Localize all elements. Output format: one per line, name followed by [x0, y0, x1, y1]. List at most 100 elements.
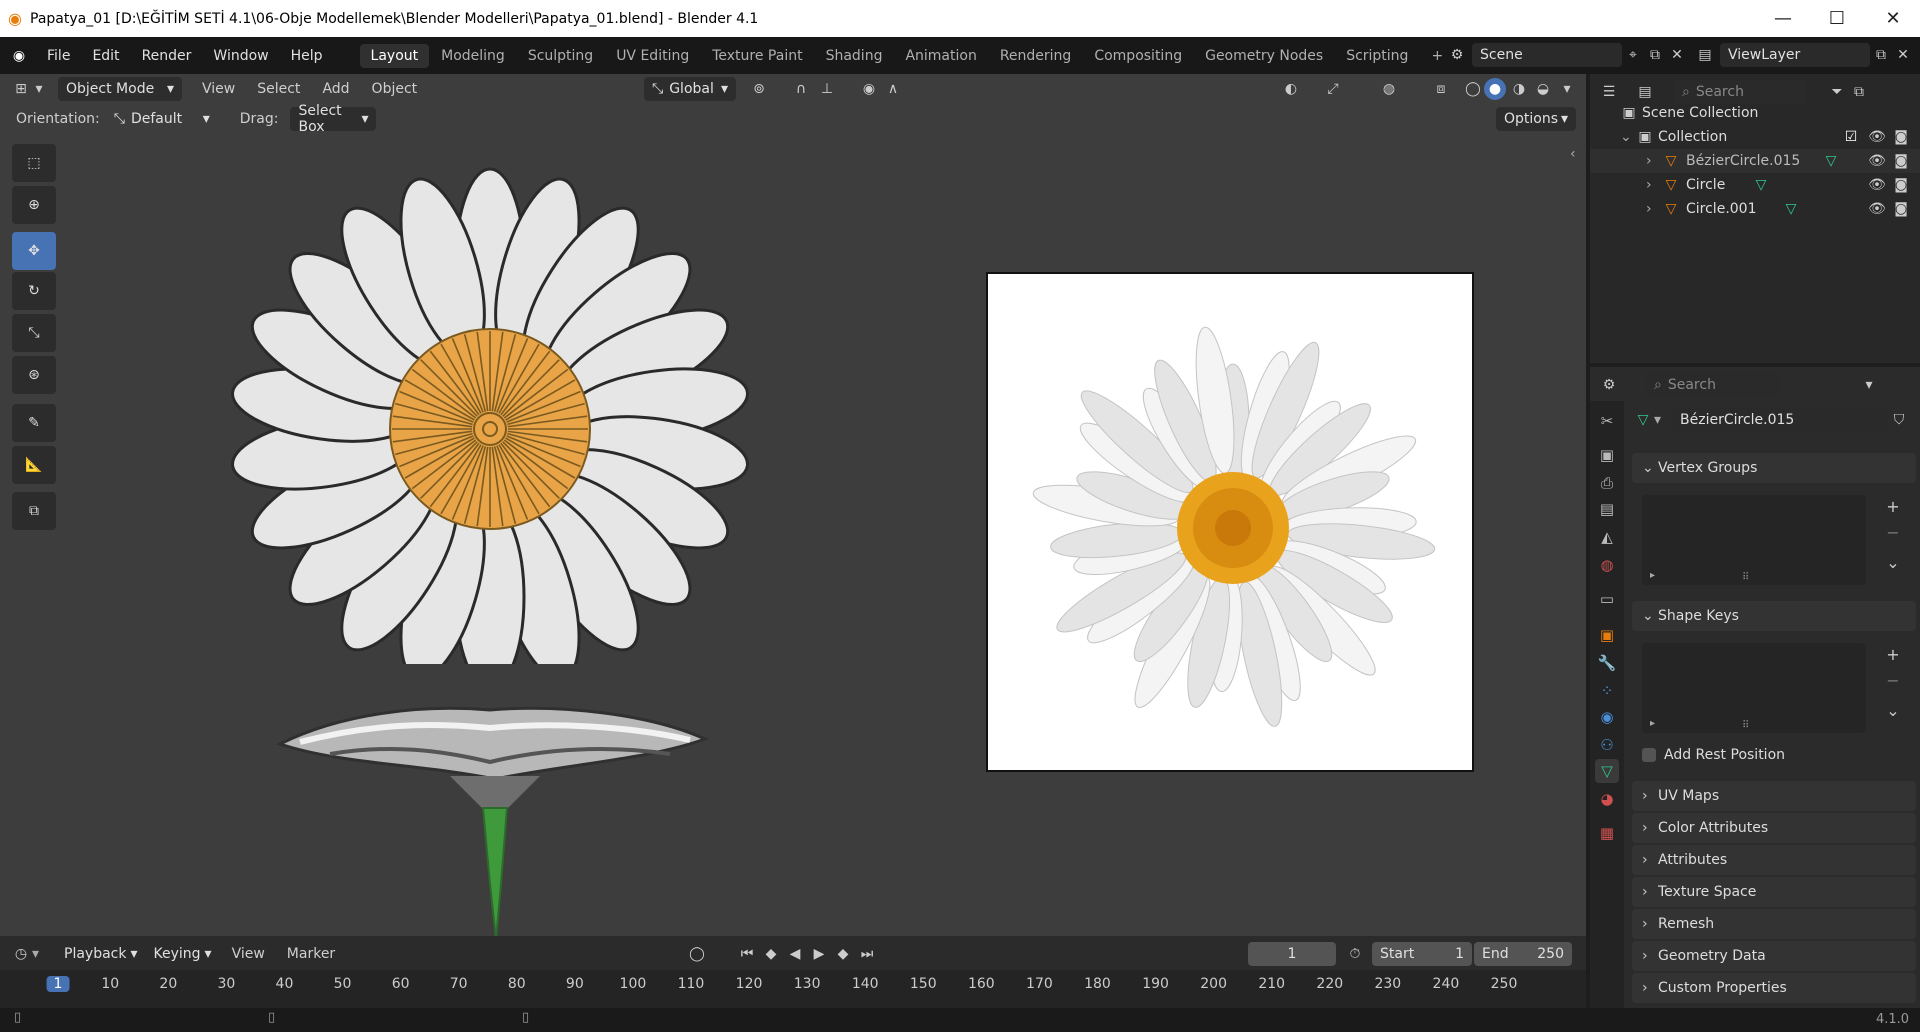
add-rest-position-row[interactable]: Add Rest Position — [1642, 747, 1785, 763]
vertex-groups-panel[interactable]: ⌄ Vertex Groups — [1632, 453, 1916, 483]
tab-object-icon[interactable]: ▣ — [1595, 623, 1619, 647]
visibility-icon[interactable]: ◐ — [1280, 78, 1302, 100]
rendered-shading-icon[interactable]: ◒ — [1532, 78, 1554, 100]
tab-tool-icon[interactable]: ✂ — [1595, 409, 1619, 433]
prev-keyframe-icon[interactable]: ◆ — [760, 943, 782, 965]
current-frame-marker[interactable]: 1 — [46, 976, 70, 992]
add-rest-position-checkbox[interactable] — [1642, 748, 1656, 762]
options-dropdown[interactable]: Options ▾ — [1496, 107, 1576, 131]
collection-row[interactable]: ⌄ ▣ Collection ☑ 👁 ◙ — [1590, 125, 1920, 149]
timeline-menu-marker[interactable]: Marker — [281, 946, 341, 962]
collection-expand-icon[interactable]: ⌄ — [1620, 129, 1634, 145]
geometry-data-panel[interactable]: › Geometry Data — [1632, 941, 1916, 971]
object-camera-icon[interactable]: ◙ — [1890, 150, 1912, 172]
transform-tool[interactable]: ⊛ — [12, 356, 56, 394]
tab-material-icon[interactable]: ◕ — [1595, 787, 1619, 811]
tab-scripting[interactable]: Scripting — [1335, 44, 1419, 68]
cursor-tool[interactable]: ⊕ — [12, 186, 56, 224]
shape-keys-list[interactable]: ▸ ⠿ — [1642, 643, 1866, 733]
menu-file[interactable]: File — [36, 48, 81, 64]
auto-keying-icon[interactable]: ◯ — [686, 943, 708, 965]
expand-icon[interactable]: › — [1646, 153, 1660, 169]
add-vertex-group-button[interactable]: + — [1880, 493, 1906, 519]
3d-viewport[interactable]: ⊞ ▾ Object Mode ▾ View Select Add Object … — [0, 74, 1586, 940]
tab-particles-icon[interactable]: ⁘ — [1595, 679, 1619, 703]
tab-texture-icon[interactable]: ▦ — [1595, 821, 1619, 845]
properties-search-input[interactable]: ⌕ Search — [1646, 373, 1780, 397]
object-eye-icon[interactable]: 👁 — [1866, 174, 1888, 196]
select-box-tool[interactable]: ⬚ — [12, 144, 56, 182]
outliner-object-row[interactable]: › ▽ BézierCircle.015 ▽ 👁 ◙ — [1590, 149, 1920, 173]
snap-icon[interactable]: ∩ — [790, 78, 812, 100]
timeline-editor-icon[interactable]: ◷ — [10, 943, 32, 965]
tab-modeling[interactable]: Modeling — [430, 44, 516, 68]
frame-ruler[interactable]: 1 10 20 30 40 50 60 70 80 90 100 110 120 130 140 150 160… — [0, 970, 1586, 1008]
drag-dropdown[interactable]: Select Box ▾ — [290, 103, 377, 135]
add-cube-tool[interactable]: ⧉ — [12, 492, 56, 530]
tab-data-icon[interactable]: ▽ — [1595, 759, 1619, 783]
scene-selector[interactable]: Scene — [1472, 43, 1622, 67]
outliner-object-row[interactable]: › ▽ Circle.001 ▽ 👁 ◙ — [1590, 197, 1920, 221]
scene-collection-row[interactable]: ▣ Scene Collection — [1590, 101, 1920, 125]
color-attributes-panel[interactable]: › Color Attributes — [1632, 813, 1916, 843]
tab-compositing[interactable]: Compositing — [1083, 44, 1193, 68]
keying-menu[interactable]: Keying ▾ — [146, 942, 220, 966]
sidebar-toggle-icon[interactable]: ‹ — [1570, 146, 1576, 162]
properties-editor-icon[interactable]: ⚙ — [1598, 374, 1620, 396]
minimize-button[interactable]: — — [1756, 0, 1810, 37]
remesh-panel[interactable]: › Remesh — [1632, 909, 1916, 939]
tab-modifiers-icon[interactable]: 🔧 — [1595, 651, 1619, 675]
shape-keys-panel[interactable]: ⌄ Shape Keys — [1632, 601, 1916, 631]
collection-camera-icon[interactable]: ◙ — [1890, 126, 1912, 148]
expand-icon[interactable]: › — [1646, 201, 1660, 217]
tab-geometry-nodes[interactable]: Geometry Nodes — [1194, 44, 1334, 68]
transform-orientation-dropdown[interactable]: ⤡ Global ▾ — [644, 77, 736, 101]
object-eye-icon[interactable]: 👁 — [1866, 198, 1888, 220]
tab-animation[interactable]: Animation — [894, 44, 987, 68]
list-expand-icon[interactable]: ▸ — [1650, 570, 1655, 581]
next-keyframe-icon[interactable]: ◆ — [832, 943, 854, 965]
tab-render-icon[interactable]: ▣ — [1595, 443, 1619, 467]
blender-menu-icon[interactable]: ◉ — [8, 45, 30, 67]
properties-options-icon[interactable]: ▾ — [1858, 374, 1880, 396]
filter-icon[interactable]: ⏷ — [1826, 81, 1848, 103]
tab-scene-icon[interactable]: ◭ — [1595, 525, 1619, 549]
proportional-edit-icon[interactable]: ◉ — [858, 78, 880, 100]
remove-shape-key-button[interactable]: − — [1880, 667, 1906, 693]
vertex-group-menu-button[interactable]: ⌄ — [1880, 549, 1906, 575]
snap-target-icon[interactable]: ⊥ — [816, 78, 838, 100]
attributes-panel[interactable]: › Attributes — [1632, 845, 1916, 875]
playback-menu[interactable]: Playback ▾ — [56, 942, 146, 966]
viewport-menu-view[interactable]: View — [196, 81, 241, 97]
delete-viewlayer-icon[interactable]: ✕ — [1892, 44, 1914, 66]
daisy-model-side-view[interactable] — [270, 684, 720, 944]
tab-constraints-icon[interactable]: ⚇ — [1595, 733, 1619, 757]
uv-maps-panel[interactable]: › UV Maps — [1632, 781, 1916, 811]
fake-user-icon[interactable]: ⛉ — [1888, 409, 1910, 431]
solid-shading-icon[interactable]: ● — [1484, 78, 1506, 100]
move-tool[interactable]: ✥ — [12, 232, 56, 270]
scale-tool[interactable]: ⤡ — [12, 314, 56, 352]
new-collection-icon[interactable]: ⧉ — [1848, 81, 1870, 103]
material-shading-icon[interactable]: ◑ — [1508, 78, 1530, 100]
tab-shading[interactable]: Shading — [815, 44, 894, 68]
rotate-tool[interactable]: ↻ — [12, 272, 56, 310]
object-mode-dropdown[interactable]: Object Mode ▾ — [58, 77, 182, 101]
collection-checkbox-icon[interactable]: ☑ — [1840, 126, 1862, 148]
viewlayer-selector[interactable]: ViewLayer — [1720, 43, 1870, 67]
outliner-object-row[interactable]: › ▽ Circle ▽ 👁 ◙ — [1590, 173, 1920, 197]
daisy-model-top-view[interactable] — [220, 144, 760, 664]
expand-icon[interactable]: › — [1646, 177, 1660, 193]
viewport-menu-object[interactable]: Object — [366, 81, 424, 97]
start-frame-field[interactable]: Start 1 — [1372, 942, 1472, 966]
delete-scene-icon[interactable]: ✕ — [1666, 44, 1688, 66]
overlay-icon[interactable]: ◍ — [1378, 78, 1400, 100]
tab-world-icon[interactable]: ◍ — [1595, 553, 1619, 577]
tab-rendering[interactable]: Rendering — [989, 44, 1083, 68]
tab-view-layer-icon[interactable]: ▤ — [1595, 497, 1619, 521]
play-icon[interactable]: ▶ — [808, 943, 830, 965]
pin-scene-icon[interactable]: ⌖ — [1622, 44, 1644, 66]
tab-collection-icon[interactable]: ▭ — [1595, 587, 1619, 611]
texture-space-panel[interactable]: › Texture Space — [1632, 877, 1916, 907]
tab-output-icon[interactable]: ⎙ — [1595, 471, 1619, 495]
